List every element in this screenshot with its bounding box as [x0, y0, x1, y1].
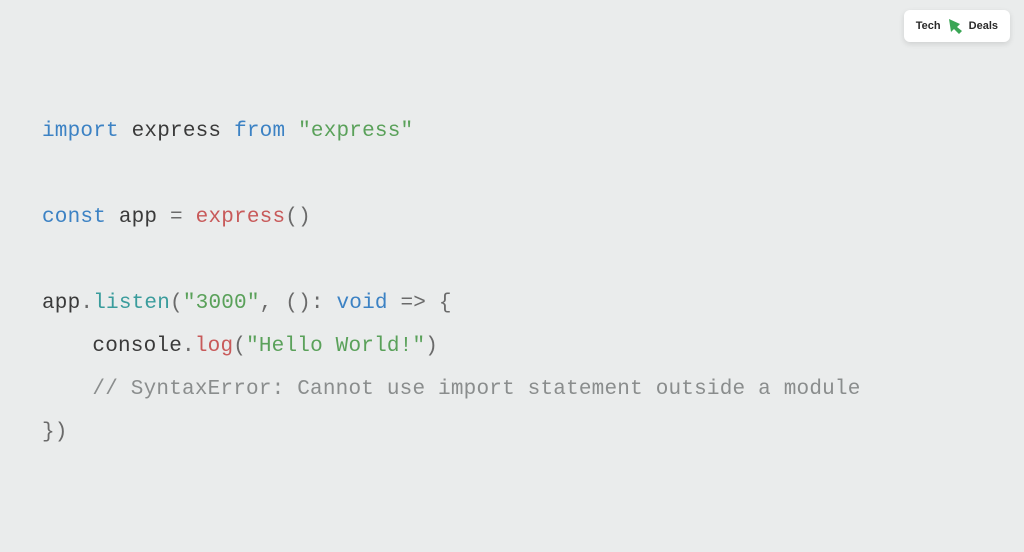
identifier-express: express	[132, 120, 222, 143]
call-express: express	[196, 206, 286, 229]
code-line-3: app.listen("3000", (): void => {	[42, 282, 982, 325]
string-hello: "Hello World!"	[246, 335, 425, 358]
comment-syntaxerror: // SyntaxError: Cannot use import statem…	[92, 378, 860, 401]
method-listen: listen	[93, 292, 170, 315]
code-line-4: console.log("Hello World!")	[42, 325, 982, 368]
punct-parens: ()	[285, 206, 311, 229]
logo-icon	[945, 16, 965, 36]
code-blank-1	[42, 153, 982, 196]
arrow-brace: => {	[388, 292, 452, 315]
code-line-6: })	[42, 411, 982, 454]
string-express: "express"	[298, 120, 413, 143]
punct-open-paren: (	[170, 292, 183, 315]
code-line-2: const app = express()	[42, 196, 982, 239]
logo-text-left: Tech	[916, 20, 941, 32]
keyword-void: void	[336, 292, 387, 315]
punct-colon: :	[311, 292, 337, 315]
punct-close2: )	[425, 335, 438, 358]
keyword-import: import	[42, 120, 119, 143]
identifier-app2: app	[42, 292, 80, 315]
identifier-console: console	[92, 335, 182, 358]
code-line-5: // SyntaxError: Cannot use import statem…	[42, 368, 982, 411]
punct-dot1: .	[80, 292, 93, 315]
punct-comma: ,	[260, 292, 286, 315]
logo-card: Tech Deals	[904, 10, 1010, 42]
code-line-1: import express from "express"	[42, 110, 982, 153]
punct-dot2: .	[182, 335, 195, 358]
method-log: log	[195, 335, 233, 358]
punct-open2: (	[233, 335, 246, 358]
keyword-const: const	[42, 206, 106, 229]
punct-equals: =	[157, 206, 195, 229]
string-port: "3000"	[183, 292, 260, 315]
keyword-from: from	[234, 120, 285, 143]
punct-close-block: })	[42, 421, 68, 444]
logo-text-right: Deals	[969, 20, 998, 32]
identifier-app: app	[119, 206, 157, 229]
arrow-params: ()	[285, 292, 311, 315]
code-blank-2	[42, 239, 982, 282]
code-block: import express from "express" const app …	[0, 0, 1024, 454]
